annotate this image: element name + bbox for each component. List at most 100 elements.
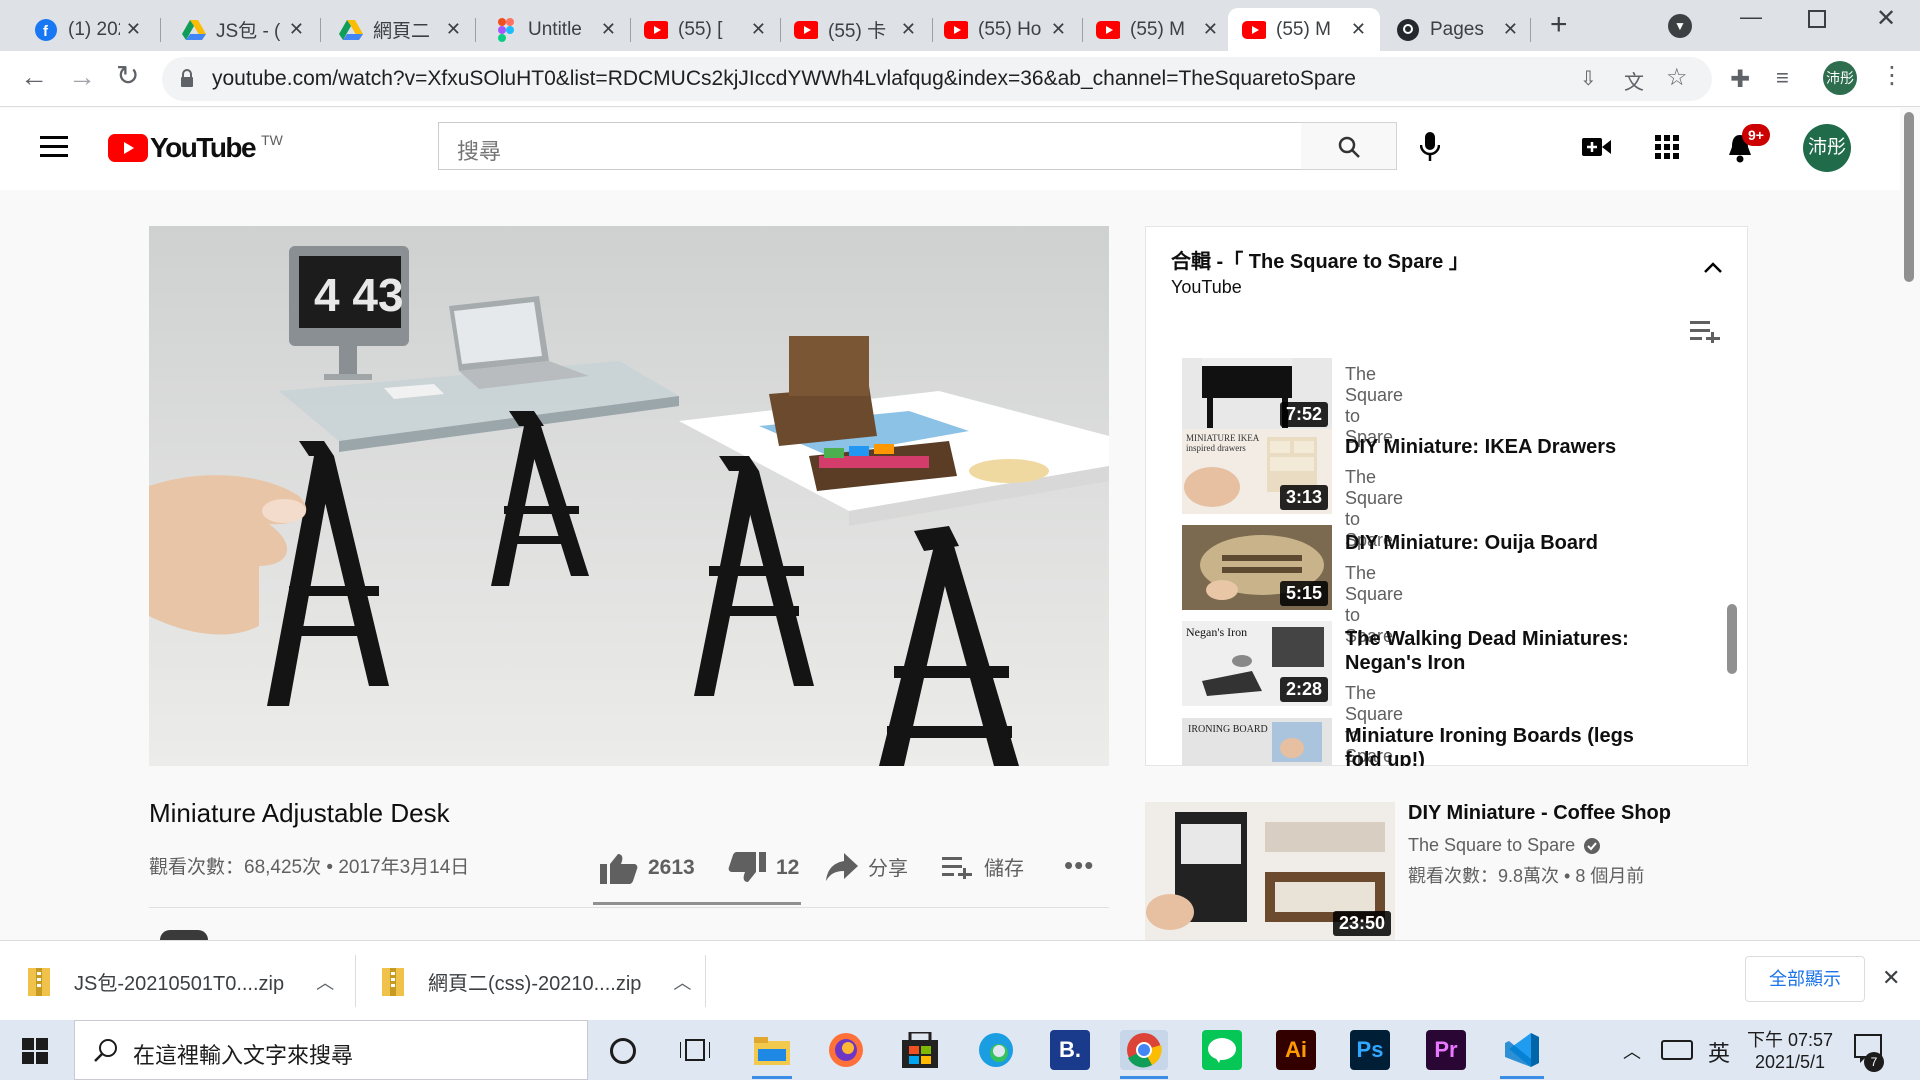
related-video-item[interactable]: 23:50 DIY Miniature - Coffee Shop The Sq… [1145, 802, 1745, 940]
restore-icon[interactable] [1808, 10, 1826, 28]
playlist-scrollbar[interactable] [1727, 604, 1737, 674]
tab-youtube-2[interactable]: (55) 卡 ✕ [780, 8, 930, 51]
address-bar[interactable]: youtube.com/watch?v=XfxuSOluHT0&list=RDC… [162, 57, 1712, 101]
photoshop-icon[interactable]: Ps [1350, 1030, 1390, 1070]
clock-date[interactable]: 2021/5/1 [1745, 1052, 1835, 1073]
chevron-up-icon[interactable]: ︿ [316, 969, 334, 995]
download-item[interactable]: JS包-20210501T0....zip ︿ [28, 967, 334, 996]
close-icon[interactable]: ✕ [126, 19, 141, 40]
task-view-icon[interactable] [679, 1036, 711, 1069]
microsoft-store-icon[interactable] [900, 1030, 940, 1070]
more-actions-icon[interactable]: ••• [1064, 850, 1094, 881]
close-icon[interactable]: ✕ [1351, 19, 1366, 40]
related-channel: The Square to Spare [1408, 835, 1576, 855]
install-icon[interactable]: ⇩ [1580, 66, 1597, 91]
back-icon[interactable]: ← [20, 61, 48, 93]
tray-chevron-icon[interactable]: ︿ [1623, 1038, 1641, 1064]
video-thumbnail: Negan's Iron 2:28 [1182, 621, 1332, 706]
tab-search-icon[interactable]: ▼ [1668, 14, 1692, 38]
thumb-down-icon [728, 852, 766, 882]
apps-grid-icon[interactable] [1655, 135, 1679, 164]
tab-drive-web[interactable]: 網頁二 ✕ [325, 8, 475, 51]
windows-start-icon[interactable] [22, 1038, 48, 1069]
download-bar: JS包-20210501T0....zip ︿ 網頁二(css)-20210..… [0, 940, 1920, 1020]
tab-youtube-1[interactable]: (55) [ ✕ [630, 8, 780, 51]
vscode-icon[interactable] [1502, 1030, 1542, 1070]
related-video-title: DIY Miniature - Coffee Shop [1408, 802, 1671, 824]
illustrator-icon[interactable]: Ai [1276, 1030, 1316, 1070]
youtube-logo[interactable]: YouTube TW [108, 132, 283, 164]
tab-drive-js[interactable]: JS包 - ( ✕ [168, 8, 318, 51]
minimize-icon[interactable]: — [1740, 4, 1762, 30]
video-player[interactable]: 4 43 [149, 226, 1109, 766]
playlist-title[interactable]: 合輯 -「 The Square to Spare 」 [1171, 245, 1469, 274]
edge-icon[interactable] [976, 1030, 1016, 1070]
close-icon[interactable]: ✕ [601, 19, 616, 40]
firefox-icon[interactable] [826, 1030, 866, 1070]
youtube-icon [794, 18, 818, 42]
translate-icon[interactable]: 文 [1624, 66, 1644, 95]
github-icon [1396, 18, 1420, 42]
save-button[interactable]: 儲存 [942, 852, 1024, 881]
tab-youtube-3[interactable]: (55) Ho ✕ [930, 8, 1080, 51]
clock-time[interactable]: 下午 07:57 [1745, 1026, 1835, 1052]
close-icon[interactable]: ✕ [1203, 19, 1218, 40]
account-avatar[interactable]: 沛彤 [1803, 124, 1851, 172]
media-control-icon[interactable]: ≡ [1776, 65, 1789, 91]
divider [149, 907, 1109, 908]
search-input[interactable]: 搜尋 [438, 122, 1302, 170]
close-icon[interactable]: ✕ [751, 19, 766, 40]
close-icon[interactable]: ✕ [1503, 19, 1518, 40]
tab-figma[interactable]: Untitle ✕ [480, 8, 630, 51]
duration-badge: 3:13 [1279, 485, 1328, 510]
channel-avatar[interactable] [160, 930, 208, 940]
tab-strip: f (1) 202 ✕ JS包 - ( ✕ 網頁二 ✕ Untitle ✕ (5… [0, 0, 1920, 51]
youtube-header: YouTube TW 搜尋 9+ 沛彤 [0, 108, 1920, 190]
page-scrollbar[interactable] [1904, 112, 1914, 282]
video-frame: 4 43 [149, 226, 1109, 766]
reload-icon[interactable]: ↻ [116, 59, 139, 92]
chevron-up-icon[interactable]: ︿ [673, 969, 691, 995]
tab-title: (1) 202 [68, 18, 120, 40]
mic-icon[interactable] [1419, 132, 1441, 167]
download-item[interactable]: 網頁二(css)-20210....zip ︿ [382, 967, 691, 996]
premiere-icon[interactable]: Pr [1426, 1030, 1466, 1070]
google-drive-icon [339, 18, 363, 42]
close-icon[interactable]: ✕ [1882, 965, 1900, 991]
like-button[interactable]: 2613 [600, 852, 695, 884]
chrome-icon[interactable] [1120, 1030, 1168, 1070]
window-close-icon[interactable]: ✕ [1876, 4, 1896, 33]
profile-avatar[interactable]: 沛彤 [1823, 61, 1857, 95]
new-tab-button[interactable]: + [1550, 8, 1568, 42]
bookmark-star-icon[interactable]: ☆ [1666, 63, 1688, 92]
menu-icon[interactable] [40, 136, 68, 157]
more-vert-icon[interactable]: ⋮ [1880, 61, 1904, 90]
youtube-logo-icon [108, 134, 148, 162]
close-icon[interactable]: ✕ [289, 19, 304, 40]
file-explorer-icon[interactable] [752, 1030, 792, 1070]
video-thumbnail: 5:15 [1182, 525, 1332, 610]
extensions-icon[interactable]: ✚ [1730, 65, 1750, 94]
search-button[interactable] [1301, 122, 1397, 170]
tab-youtube-active[interactable]: (55) M ✕ [1228, 8, 1380, 51]
share-button[interactable]: 分享 [826, 852, 908, 881]
close-icon[interactable]: ✕ [901, 19, 916, 40]
collapse-chevron-icon[interactable] [1703, 261, 1723, 279]
tab-youtube-4[interactable]: (55) M ✕ [1082, 8, 1232, 51]
forward-icon[interactable]: → [68, 61, 96, 93]
create-video-icon[interactable] [1582, 136, 1612, 163]
ime-indicator[interactable]: 英 [1708, 1036, 1730, 1068]
show-all-button[interactable]: 全部顯示 [1745, 956, 1865, 1002]
playlist-owner[interactable]: YouTube [1171, 277, 1242, 298]
tab-facebook[interactable]: f (1) 202 ✕ [20, 8, 155, 51]
tab-github[interactable]: Pages ✕ [1382, 8, 1532, 51]
taskbar-search-input[interactable]: 在這裡輸入文字來搜尋 [74, 1020, 588, 1080]
close-icon[interactable]: ✕ [446, 19, 461, 40]
cortana-icon[interactable] [610, 1038, 636, 1064]
close-icon[interactable]: ✕ [1051, 19, 1066, 40]
dislike-button[interactable]: 12 [728, 852, 799, 884]
line-app-icon[interactable] [1202, 1030, 1242, 1070]
brackets-icon[interactable]: B. [1050, 1030, 1090, 1070]
playlist-add-icon[interactable] [1690, 319, 1722, 348]
keyboard-icon[interactable] [1661, 1040, 1693, 1060]
